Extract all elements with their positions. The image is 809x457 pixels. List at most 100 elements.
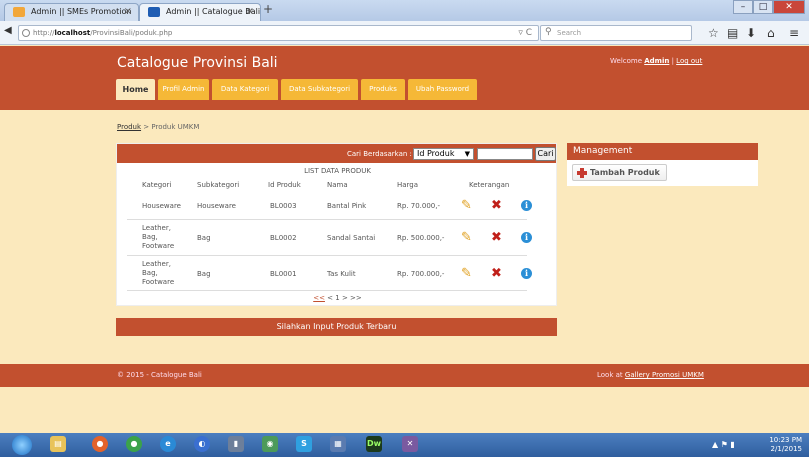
search-icon: ⚲ xyxy=(545,27,552,37)
welcome-text: Welcome Admin | Log out xyxy=(610,57,703,65)
back-button[interactable]: ◀ xyxy=(4,25,12,36)
username-link[interactable]: Admin xyxy=(644,57,669,65)
close-tab-icon[interactable]: × xyxy=(124,6,132,17)
breadcrumb: Produk > Produk UMKM xyxy=(117,123,200,131)
delete-x-icon[interactable]: ✖ xyxy=(491,267,502,280)
skype-icon[interactable]: S xyxy=(296,436,312,452)
new-tab-button[interactable]: + xyxy=(263,2,273,16)
column-header-keterangan: Keterangan xyxy=(469,181,510,189)
cell-id-produk: BL0001 xyxy=(270,270,297,278)
firefox-icon[interactable]: ● xyxy=(92,436,108,452)
taskbar: ▤ ● ● e ◐ ▮ ◉ S ▦ Dw ✕ ▲ ⚑ ▮ 10:23 PM 2/… xyxy=(0,433,809,457)
cell-harga: Rp. 500.000,- xyxy=(397,234,445,242)
search-query-input[interactable] xyxy=(477,148,533,160)
column-header-id-produk: Id Produk xyxy=(268,181,301,189)
close-tab-icon[interactable]: × xyxy=(246,6,254,17)
cell-subkategori: Houseware xyxy=(197,202,236,210)
column-header-harga: Harga xyxy=(397,181,419,189)
home-icon[interactable]: ⌂ xyxy=(767,26,775,40)
maximize-button[interactable]: □ xyxy=(753,0,773,14)
info-icon[interactable]: i xyxy=(521,232,532,243)
nav-tab-data-kategori[interactable]: Data Kategori xyxy=(212,79,278,100)
edit-pencil-icon[interactable]: ✎ xyxy=(461,267,472,280)
search-field-select[interactable]: Id Produk ▼ xyxy=(413,148,474,160)
clock[interactable]: 10:23 PM 2/1/2015 xyxy=(752,436,802,454)
table-row: Leather, Bag, Footware Bag BL0001 Tas Ku… xyxy=(127,256,532,291)
browser-navbar: ◀ http://localhost/ProvinsiBali/poduk.ph… xyxy=(0,21,809,45)
media-icon[interactable]: ◐ xyxy=(194,436,210,452)
window-icon[interactable]: ▦ xyxy=(330,436,346,452)
nav-tab-data-subkategori[interactable]: Data Subkategori xyxy=(281,79,358,100)
explorer-icon[interactable]: ▤ xyxy=(50,436,66,452)
url-bar[interactable]: http://localhost/ProvinsiBali/poduk.php … xyxy=(18,25,539,41)
url-prefix: http:// xyxy=(33,29,55,37)
cell-subkategori: Bag xyxy=(197,270,211,278)
cell-kategori: Leather, Bag, Footware xyxy=(142,260,175,286)
browser-tab-catalogue[interactable]: Admin || Catalogue Bali × xyxy=(139,3,261,21)
breadcrumb-link-produk[interactable]: Produk xyxy=(117,123,141,131)
cell-kategori: Leather, Bag, Footware xyxy=(142,224,175,250)
edit-pencil-icon[interactable]: ✎ xyxy=(461,199,472,212)
reload-icon[interactable]: ▿ C xyxy=(518,28,532,38)
nav-tab-profil-admin[interactable]: Profil Admin xyxy=(158,79,209,100)
chrome-icon[interactable]: ● xyxy=(126,436,142,452)
site-header: Catalogue Provinsi Bali Welcome Admin | … xyxy=(0,46,809,110)
info-icon[interactable]: i xyxy=(521,200,532,211)
url-path: /ProvinsiBali/poduk.php xyxy=(90,29,173,37)
cell-nama: Sandal Santai xyxy=(327,234,376,242)
add-product-button[interactable]: Tambah Produk xyxy=(572,164,667,181)
plus-icon xyxy=(577,168,587,178)
ie-icon[interactable]: e xyxy=(160,436,176,452)
globe-icon xyxy=(22,29,30,37)
close-window-button[interactable]: ✕ xyxy=(773,0,805,14)
delete-x-icon[interactable]: ✖ xyxy=(491,199,502,212)
download-icon[interactable]: ⬇ xyxy=(746,26,756,40)
search-button[interactable]: Cari xyxy=(535,147,556,161)
edit-pencil-icon[interactable]: ✎ xyxy=(461,231,472,244)
url-host: localhost xyxy=(54,29,91,37)
product-list-panel: Cari Berdasarkan : Id Produk ▼ Cari LIST… xyxy=(116,143,557,306)
nav-tab-produks[interactable]: Produks xyxy=(361,79,405,100)
pager-nav[interactable]: < 1 > >> xyxy=(325,294,362,302)
browser-tab-smes[interactable]: Admin || SMEs Promotion × xyxy=(4,3,139,21)
pager-first-link[interactable]: << xyxy=(313,294,325,302)
info-icon[interactable]: i xyxy=(521,268,532,279)
gallery-text: Look at Gallery Promosi UMKM xyxy=(597,371,704,379)
table-row: Leather, Bag, Footware Bag BL0002 Sandal… xyxy=(127,220,532,256)
tab-favicon-icon xyxy=(13,7,25,17)
column-header-subkategori: Subkategori xyxy=(197,181,240,189)
cell-harga: Rp. 70.000,- xyxy=(397,202,441,210)
copyright-text: © 2015 - Catalogue Bali xyxy=(117,371,202,379)
delete-x-icon[interactable]: ✖ xyxy=(491,231,502,244)
cell-harga: Rp. 700.000,- xyxy=(397,270,445,278)
bookmarks-icon[interactable]: ▤ xyxy=(727,26,738,40)
nav-tab-home[interactable]: Home xyxy=(116,79,155,100)
input-product-banner: Silahkan Input Produk Terbaru xyxy=(116,318,557,336)
browser-search-input[interactable]: ⚲ Search xyxy=(540,25,692,41)
cell-nama: Bantal Pink xyxy=(327,202,367,210)
site-title: Catalogue Provinsi Bali xyxy=(117,55,278,71)
nav-tab-ubah-password[interactable]: Ubah Password xyxy=(408,79,477,100)
menu-icon[interactable]: ≡ xyxy=(789,26,799,40)
chevron-down-icon: ▼ xyxy=(464,150,470,158)
logout-link[interactable]: Log out xyxy=(676,57,702,65)
minimize-button[interactable]: – xyxy=(733,0,753,14)
list-title: LIST DATA PRODUK xyxy=(304,167,371,175)
management-panel: Tambah Produk xyxy=(567,160,758,186)
tab-favicon-icon xyxy=(148,7,160,17)
gallery-link[interactable]: Gallery Promosi UMKM xyxy=(625,371,704,379)
dreamweaver-icon[interactable]: Dw xyxy=(366,436,382,452)
tray-icons[interactable]: ▲ ⚑ ▮ xyxy=(712,440,735,449)
search-bar: Cari Berdasarkan : Id Produk ▼ Cari xyxy=(117,144,556,163)
app-icon[interactable]: ◉ xyxy=(262,436,278,452)
xampp-icon[interactable]: ✕ xyxy=(402,436,418,452)
cell-id-produk: BL0003 xyxy=(270,202,297,210)
bookmark-star-icon[interactable]: ☆ xyxy=(708,26,719,40)
start-button[interactable] xyxy=(12,435,32,455)
pagination: << < 1 > >> xyxy=(117,294,558,302)
breadcrumb-current: Produk UMKM xyxy=(151,123,200,131)
column-header-nama: Nama xyxy=(327,181,348,189)
tool-icon[interactable]: ▮ xyxy=(228,436,244,452)
cell-id-produk: BL0002 xyxy=(270,234,297,242)
table-row: Houseware Houseware BL0003 Bantal Pink R… xyxy=(127,191,532,220)
